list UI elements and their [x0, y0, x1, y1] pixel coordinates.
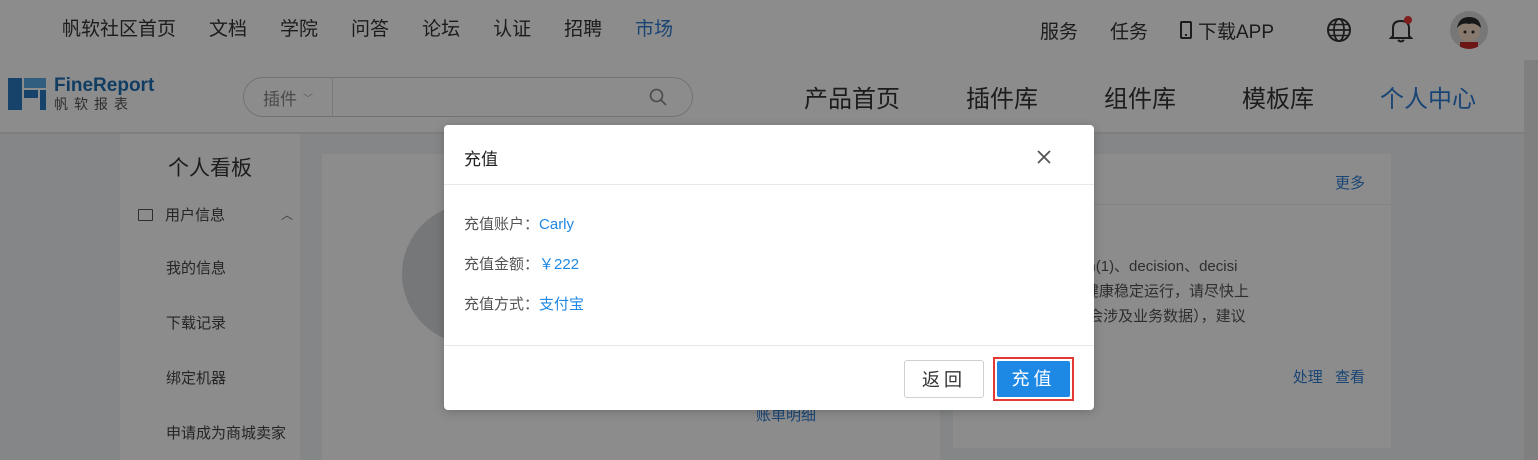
- recharge-account-row: 充值账户：Carly: [464, 215, 584, 255]
- recharge-button-highlight: 充值: [993, 357, 1074, 401]
- dialog-title: 充值: [464, 150, 498, 169]
- amount-value: ￥222: [539, 256, 580, 273]
- recharge-dialog: 充值 充值账户：Carly 充值金额：￥222 充值方式：支付宝 返回 充值: [444, 125, 1094, 410]
- recharge-amount-row: 充值金额：￥222: [464, 255, 584, 295]
- amount-label: 充值金额：: [464, 256, 540, 273]
- account-value: Carly: [539, 216, 575, 233]
- method-value: 支付宝: [539, 296, 585, 313]
- dialog-body: 充值账户：Carly 充值金额：￥222 充值方式：支付宝: [464, 215, 584, 335]
- close-icon[interactable]: [1036, 149, 1052, 165]
- recharge-button[interactable]: 充值: [997, 361, 1070, 397]
- account-label: 充值账户：: [464, 216, 540, 233]
- dialog-footer: 返回 充值: [444, 345, 1094, 411]
- dialog-header: 充值: [444, 125, 1094, 185]
- method-label: 充值方式：: [464, 296, 540, 313]
- recharge-method-row: 充值方式：支付宝: [464, 295, 584, 335]
- back-button[interactable]: 返回: [904, 360, 984, 398]
